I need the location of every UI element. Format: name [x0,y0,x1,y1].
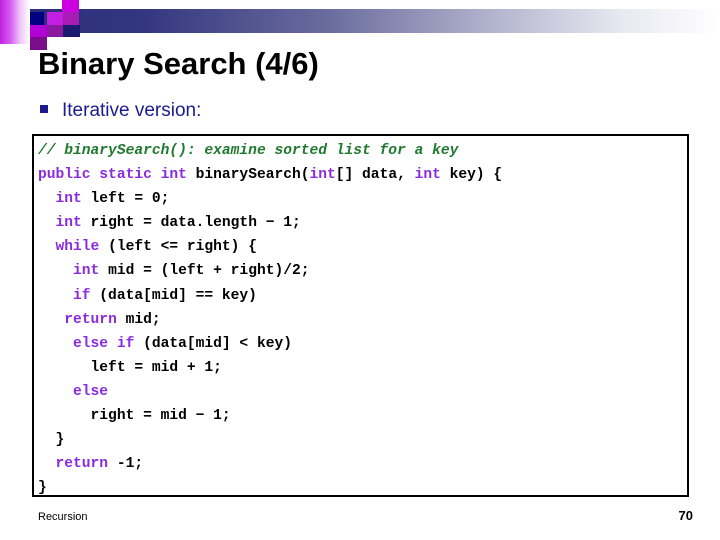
code-keyword: else [73,383,109,400]
code-text: (data[mid] < key) [134,335,292,352]
code-line: } [38,476,502,497]
code-text: (data[mid] == key) [90,287,257,304]
code-comment: // binarySearch(): examine sorted list f… [38,143,459,159]
code-text: binarySearch( [186,167,310,184]
square-bullet-icon [40,105,48,113]
page-number: 70 [678,508,693,523]
code-keyword: int [55,215,82,232]
code-keyword: int [55,191,82,208]
code-line: return mid; [38,308,502,332]
slide-header-decoration [0,0,720,50]
code-text: right = data.length − 1; [81,215,301,232]
code-keyword: public static int [38,167,187,184]
code-text: } [55,432,65,449]
bullet-item-label: Iterative version: [62,100,202,121]
square-magenta-mid [47,12,63,25]
code-keyword: else if [73,335,135,352]
code-line: // binarySearch(): examine sorted list f… [38,139,502,163]
code-block: // binarySearch(): examine sorted list f… [32,134,689,497]
code-line: else if (data[mid] < key) [38,332,502,356]
code-lines: // binarySearch(): examine sorted list f… [38,139,502,497]
code-line: public static int binarySearch(int[] dat… [38,163,502,187]
code-keyword: while [55,239,100,256]
code-line: return -1; [38,452,502,476]
square-violet-mid [63,12,79,25]
code-text: left = mid + 1; [90,359,222,376]
code-keyword: int [309,167,336,184]
square-darkpurple [47,25,63,37]
code-text: [] data, [335,167,415,184]
code-keyword: return [64,311,117,328]
bullet-item: Iterative version: [40,100,201,122]
code-line: while (left <= right) { [38,235,502,259]
square-navy-lower [63,25,80,37]
code-text: (left <= right) { [99,239,257,256]
code-line: if (data[mid] == key) [38,284,502,308]
code-keyword: if [73,287,91,304]
code-text: mid; [116,311,161,328]
code-text: right = mid − 1; [90,408,231,425]
footer-label: Recursion [38,511,88,523]
square-navy-small [30,12,44,25]
page-title: Binary Search (4/6) [38,46,319,81]
code-text: } [38,480,47,497]
square-purple-lower [30,25,47,37]
header-left-fade [0,0,30,44]
code-line: } [38,428,502,452]
code-line: else [38,380,502,404]
code-line: int left = 0; [38,187,502,211]
code-line: left = mid + 1; [38,356,502,380]
code-text: key) { [440,167,503,184]
code-line: right = mid − 1; [38,404,502,428]
code-text: -1; [108,456,144,473]
code-keyword: return [55,456,109,473]
code-keyword: int [414,167,441,184]
header-gradient-bar [12,9,720,33]
code-line: int mid = (left + right)/2; [38,259,502,283]
code-keyword: int [73,263,100,280]
code-text: mid = (left + right)/2; [99,263,310,280]
code-text: left = 0; [81,191,170,208]
code-line: int right = data.length − 1; [38,211,502,235]
